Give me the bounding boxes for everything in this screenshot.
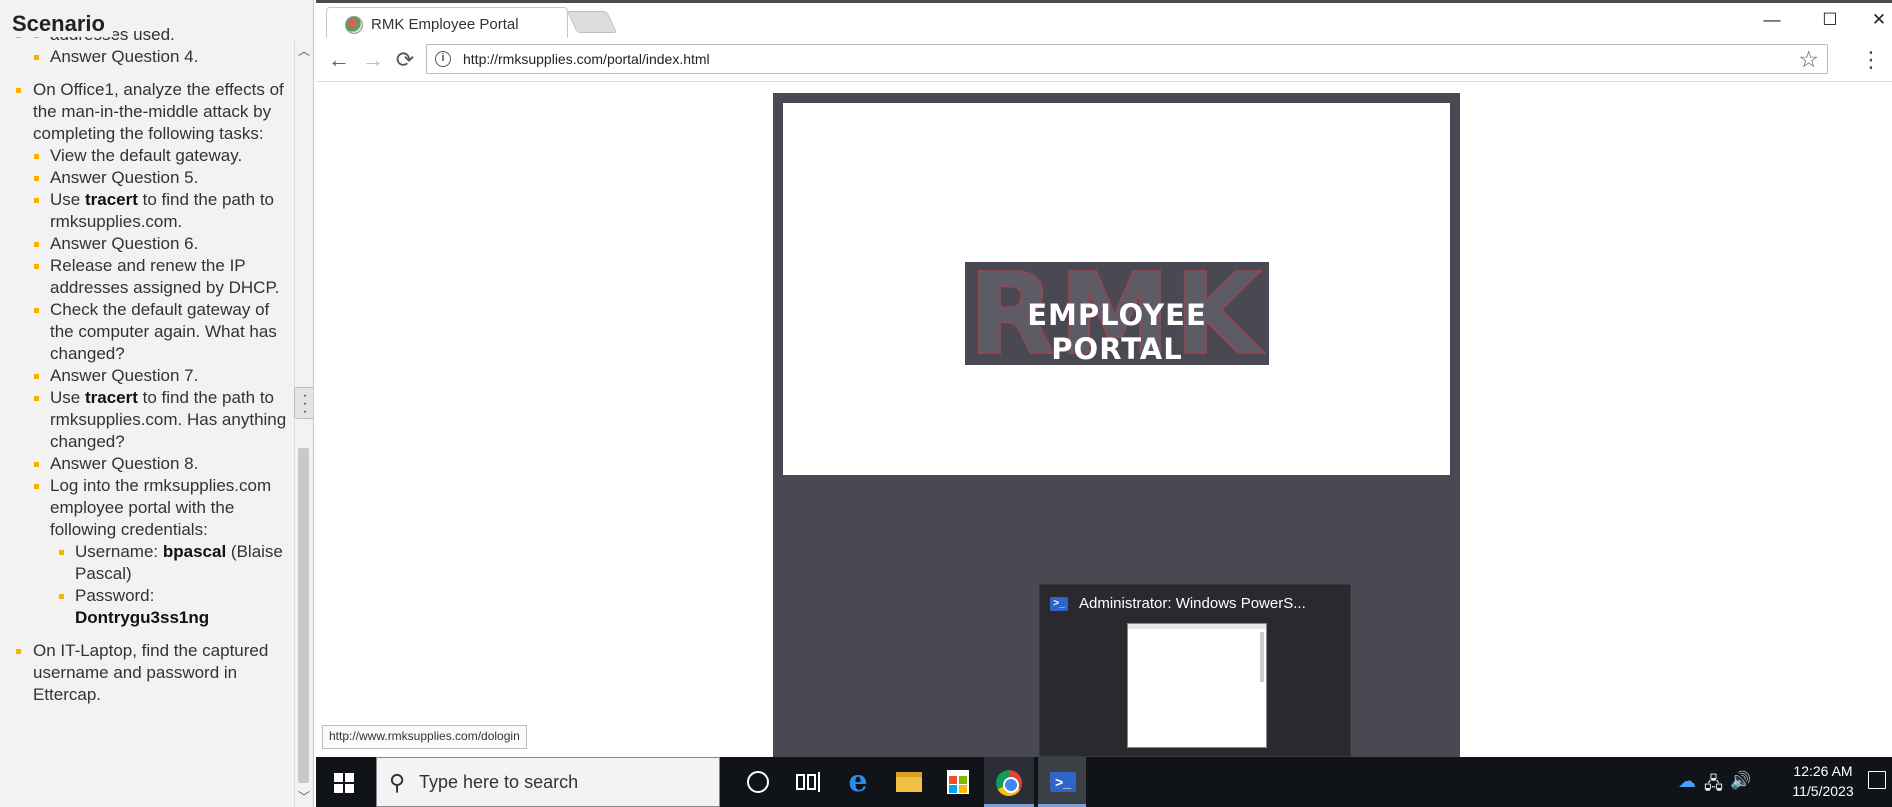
url-text[interactable]: http://rmksupplies.com/portal/index.html: [463, 51, 710, 67]
windows-taskbar: ⚲ Type here to search e >_ ☁ 🖧 🔊 12:26 A…: [316, 757, 1892, 807]
scroll-up-icon[interactable]: ︿: [298, 42, 310, 59]
maximize-button[interactable]: ☐: [1810, 7, 1850, 33]
cloud-icon[interactable]: ☁: [1678, 771, 1696, 792]
start-button[interactable]: [316, 757, 372, 807]
chrome-button[interactable]: [984, 757, 1034, 807]
task-item-it-laptop: On IT-Laptop, find the captured username…: [0, 640, 290, 706]
file-explorer-icon: [896, 772, 922, 792]
tab-title: RMK Employee Portal: [371, 16, 519, 33]
store-icon: [947, 770, 969, 794]
rmk-employee-portal-logo[interactable]: RMK EMPLOYEE PORTAL: [965, 262, 1269, 365]
powershell-icon: >_: [1050, 772, 1076, 792]
subtask-item: Release and renew the IP addresses assig…: [25, 255, 290, 299]
thumbnail-preview[interactable]: [1127, 623, 1267, 748]
subtask-item: Use tracert to find the path to rmksuppl…: [25, 189, 290, 233]
file-explorer-button[interactable]: [884, 757, 932, 807]
network-icon[interactable]: 🖧: [1704, 771, 1723, 800]
task-view-icon: [796, 772, 820, 792]
logo-employee-portal-text: EMPLOYEE PORTAL: [1027, 298, 1207, 365]
scenario-task-list: addresses used. Answer Question 4. On Of…: [0, 24, 290, 706]
address-bar[interactable]: i http://rmksupplies.com/portal/index.ht…: [426, 44, 1828, 74]
tab-rmk-employee-portal[interactable]: RMK Employee Portal: [326, 7, 568, 41]
clock-date[interactable]: 11/5/2023: [1784, 783, 1862, 799]
forward-arrow-icon[interactable]: →: [358, 46, 388, 74]
credential-username: Username: bpascal (Blaise Pascal): [50, 541, 290, 585]
edge-icon: e: [848, 764, 868, 799]
powershell-thumbnail-popup[interactable]: >_ Administrator: Windows PowerS...: [1039, 584, 1351, 757]
cortana-icon: [747, 771, 769, 793]
subtask-item: Answer Question 4.: [25, 46, 290, 68]
cortana-button[interactable]: [734, 757, 782, 807]
browser-titlebar: RMK Employee Portal — ☐ ✕: [316, 0, 1892, 41]
powershell-icon: >_: [1050, 597, 1068, 611]
reload-icon[interactable]: ⟳: [390, 46, 420, 74]
chrome-icon: [996, 770, 1022, 796]
close-button[interactable]: ✕: [1866, 7, 1892, 33]
subtask-item: Answer Question 6.: [25, 233, 290, 255]
notification-icon[interactable]: [1868, 771, 1886, 789]
subtask-item: Answer Question 8.: [25, 453, 290, 475]
favicon-icon: [345, 16, 363, 34]
browser-menu-icon[interactable]: ⋮: [1858, 46, 1884, 74]
taskbar-search-box[interactable]: ⚲ Type here to search: [376, 757, 720, 807]
windows-logo-icon: [334, 773, 354, 793]
minimize-button[interactable]: —: [1752, 7, 1792, 33]
credential-password: Password: Dontrygu3ss1ng: [50, 585, 290, 629]
back-arrow-icon[interactable]: ←: [324, 46, 354, 74]
subtask-item: Use tracert to find the path to rmksuppl…: [25, 387, 290, 453]
panel-resize-handle[interactable]: · · ·: [294, 387, 313, 420]
scroll-thumb[interactable]: [298, 448, 309, 783]
thumbnail-title: Administrator: Windows PowerS...: [1079, 595, 1306, 612]
scroll-down-icon[interactable]: ﹀: [298, 788, 310, 805]
bookmark-star-icon[interactable]: ☆: [1798, 46, 1819, 73]
status-bar-url: http://www.rmksupplies.com/dologin: [322, 725, 527, 749]
task-item-office1: On Office1, analyze the effects of the m…: [0, 79, 290, 629]
search-icon: ⚲: [389, 770, 406, 795]
search-placeholder: Type here to search: [419, 772, 579, 792]
subtask-item: Check the default gateway of the compute…: [25, 299, 290, 365]
clock-time[interactable]: 12:26 AM: [1788, 763, 1858, 779]
store-button[interactable]: [934, 757, 982, 807]
scenario-title: Scenario: [12, 11, 113, 37]
task-view-button[interactable]: [784, 757, 832, 807]
subtask-item: View the default gateway.: [25, 145, 290, 167]
system-tray: ☁ 🖧 🔊 12:26 AM 11/5/2023: [1672, 757, 1892, 807]
subtask-item: Answer Question 7.: [25, 365, 290, 387]
scenario-panel: Scenario addresses used. Answer Question…: [0, 0, 314, 807]
info-icon[interactable]: i: [435, 51, 451, 67]
new-tab-button[interactable]: [566, 11, 618, 33]
powershell-button[interactable]: >_: [1038, 757, 1086, 807]
subtask-item: Log into the rmksupplies.com employee po…: [25, 475, 290, 629]
edge-button[interactable]: e: [834, 757, 882, 807]
browser-toolbar: ← → ⟳ i http://rmksupplies.com/portal/in…: [316, 38, 1892, 82]
scenario-scrollbar[interactable]: ︿ ﹀: [294, 40, 312, 807]
volume-icon[interactable]: 🔊: [1730, 771, 1751, 791]
subtask-item: Answer Question 5.: [25, 167, 290, 189]
